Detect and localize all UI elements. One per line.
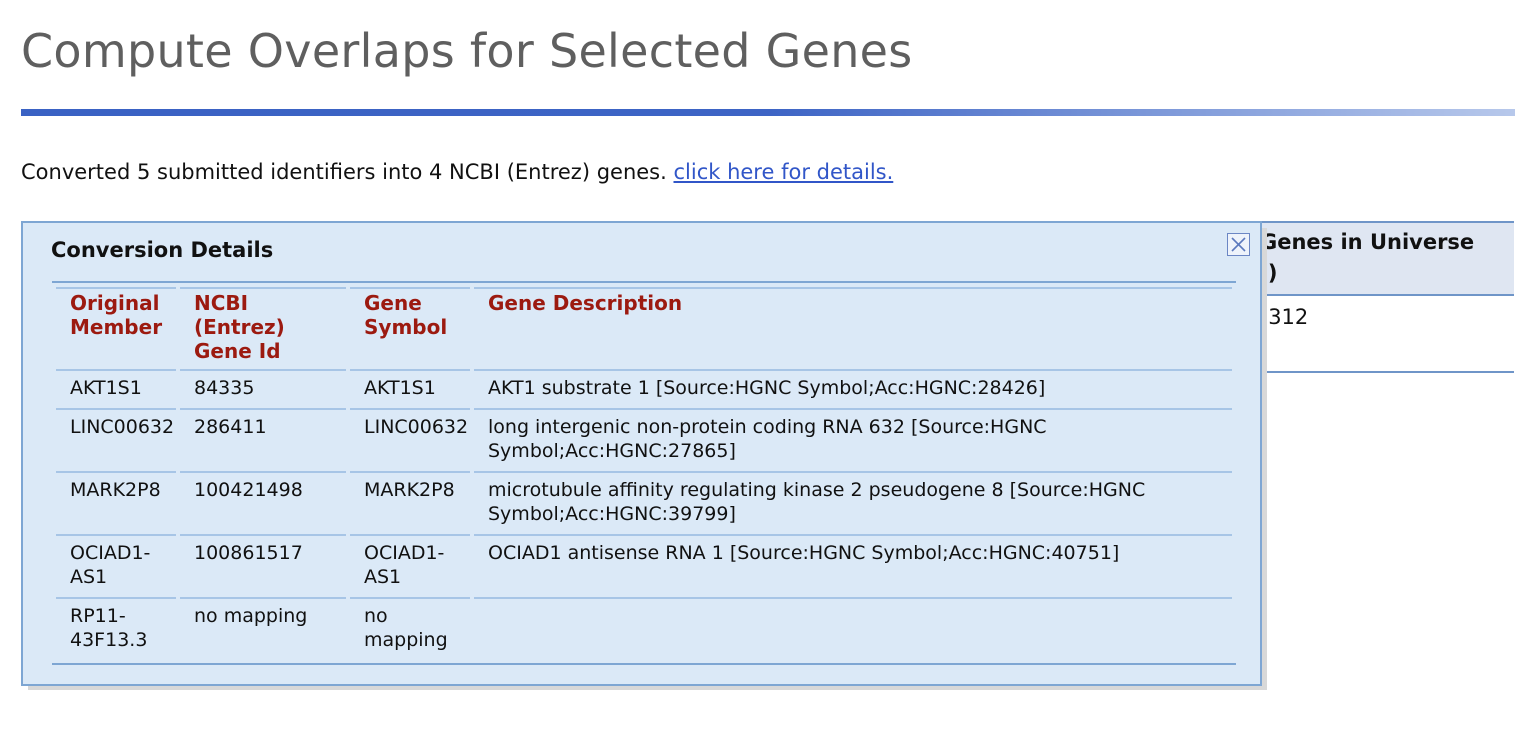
original-member-cell: RP11-43F13.3 (56, 602, 176, 660)
conversion-summary: Converted 5 submitted identifiers into 4… (21, 160, 893, 184)
conversion-table-wrap: Original Member NCBI (Entrez) Gene Id Ge… (52, 281, 1236, 665)
conversion-table: Original Member NCBI (Entrez) Gene Id Ge… (52, 284, 1236, 663)
gene-description-cell (474, 602, 1232, 660)
gene-description-cell: OCIAD1 antisense RNA 1 [Source:HGNC Symb… (474, 539, 1232, 599)
col-header-gene-id: NCBI (Entrez) Gene Id (180, 287, 346, 371)
title-divider (21, 109, 1515, 116)
genes-in-universe-cell: )312 (1260, 305, 1308, 329)
col-header-original-member: Original Member (56, 287, 176, 371)
gene-symbol-cell: LINC00632 (350, 413, 470, 473)
page-title: Compute Overlaps for Selected Genes (21, 24, 913, 78)
popup-title: Conversion Details (51, 238, 273, 262)
gene-id-cell: no mapping (180, 602, 346, 660)
gene-symbol-cell: MARK2P8 (350, 476, 470, 536)
table-row: MARK2P8 100421498 MARK2P8 microtubule af… (56, 476, 1232, 536)
table-row: LINC00632 286411 LINC00632 long intergen… (56, 413, 1232, 473)
gene-id-cell: 286411 (180, 413, 346, 473)
gene-symbol-cell: AKT1S1 (350, 374, 470, 410)
original-member-cell: MARK2P8 (56, 476, 176, 536)
original-member-cell: AKT1S1 (56, 374, 176, 410)
gene-description-cell: long intergenic non-protein coding RNA 6… (474, 413, 1232, 473)
gene-symbol-cell: no mapping (350, 602, 470, 660)
genes-in-universe-header: Genes in UniverseI) (1260, 227, 1520, 289)
original-member-cell: OCIAD1-AS1 (56, 539, 176, 599)
gene-id-cell: 100861517 (180, 539, 346, 599)
table-row: OCIAD1-AS1 100861517 OCIAD1-AS1 OCIAD1 a… (56, 539, 1232, 599)
table-row: RP11-43F13.3 no mapping no mapping (56, 602, 1232, 660)
table-header-row: Original Member NCBI (Entrez) Gene Id Ge… (56, 287, 1232, 371)
header-line: Genes in Universe (1260, 227, 1520, 258)
close-button[interactable] (1227, 233, 1250, 256)
gene-description-cell: microtubule affinity regulating kinase 2… (474, 476, 1232, 536)
original-member-cell: LINC00632 (56, 413, 176, 473)
gene-description-cell: AKT1 substrate 1 [Source:HGNC Symbol;Acc… (474, 374, 1232, 410)
col-header-gene-symbol: Gene Symbol (350, 287, 470, 371)
conversion-details-popup: Conversion Details Original Member NCBI … (21, 221, 1262, 686)
gene-symbol-cell: OCIAD1-AS1 (350, 539, 470, 599)
table-row: AKT1S1 84335 AKT1S1 AKT1 substrate 1 [So… (56, 374, 1232, 410)
gene-id-cell: 100421498 (180, 476, 346, 536)
header-line: I) (1260, 258, 1520, 289)
details-link[interactable]: click here for details. (673, 160, 893, 184)
summary-text: Converted 5 submitted identifiers into 4… (21, 160, 667, 184)
gene-id-cell: 84335 (180, 374, 346, 410)
col-header-gene-description: Gene Description (474, 287, 1232, 371)
